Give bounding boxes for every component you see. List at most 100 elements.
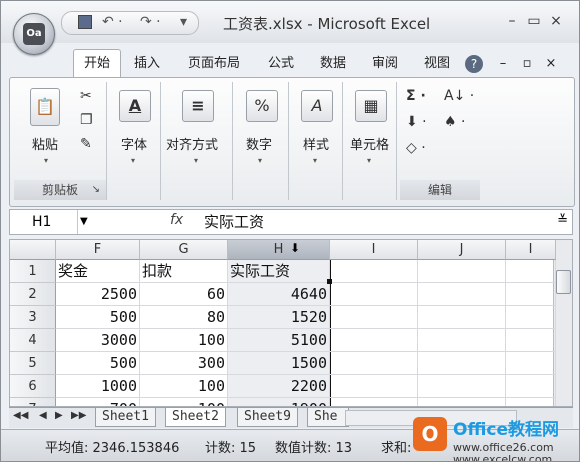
cell-i2[interactable] bbox=[330, 283, 418, 306]
name-box-dropdown-icon[interactable]: ▼ bbox=[80, 210, 88, 234]
cell-i1[interactable] bbox=[506, 260, 556, 283]
cell-g2[interactable]: 60 bbox=[140, 283, 228, 306]
cell-h5[interactable]: 1500 bbox=[228, 352, 330, 375]
sheet-tab-1[interactable]: Sheet1 bbox=[95, 408, 156, 427]
format-painter-icon[interactable]: ✎ bbox=[80, 136, 92, 152]
row-header-2[interactable]: 2 bbox=[10, 283, 56, 306]
restore-button[interactable]: ▭ bbox=[523, 13, 545, 29]
cell-g5[interactable]: 300 bbox=[140, 352, 228, 375]
redo-button[interactable]: ↷ · bbox=[140, 14, 161, 30]
first-sheet-icon[interactable]: ◀◀ bbox=[13, 410, 28, 421]
cell-i1[interactable] bbox=[330, 260, 418, 283]
row-header-4[interactable]: 4 bbox=[10, 329, 56, 352]
percent-icon[interactable]: % bbox=[246, 90, 278, 122]
cell-j6[interactable] bbox=[418, 375, 506, 398]
tab-page-layout[interactable]: 页面布局 bbox=[177, 53, 251, 75]
cut-icon[interactable]: ✂ bbox=[80, 88, 92, 104]
cell-f6[interactable]: 1000 bbox=[56, 375, 140, 398]
paste-dropdown-icon[interactable]: ▾ bbox=[44, 156, 48, 165]
next-sheet-icon[interactable]: ▶ bbox=[55, 410, 63, 421]
font-button[interactable]: 字体 bbox=[121, 134, 147, 153]
cell-i5[interactable] bbox=[330, 352, 418, 375]
column-header-f[interactable]: F bbox=[56, 240, 140, 260]
alignment-icon[interactable]: ≡ bbox=[182, 90, 214, 122]
last-sheet-icon[interactable]: ▶▶ bbox=[71, 410, 86, 421]
cell-h1[interactable]: 实际工资 bbox=[228, 260, 330, 283]
row-header-5[interactable]: 5 bbox=[10, 352, 56, 375]
alignment-dropdown-icon[interactable]: ▾ bbox=[194, 156, 198, 165]
paste-button[interactable]: 粘贴 bbox=[32, 134, 58, 153]
customize-qat-icon[interactable]: ▾ bbox=[180, 14, 187, 30]
cell-g4[interactable]: 100 bbox=[140, 329, 228, 352]
tab-formulas[interactable]: 公式 bbox=[259, 53, 303, 75]
copy-icon[interactable]: ❐ bbox=[80, 112, 93, 128]
select-all-corner[interactable] bbox=[10, 240, 56, 260]
cell-g3[interactable]: 80 bbox=[140, 306, 228, 329]
cell-i2[interactable] bbox=[506, 283, 556, 306]
tab-review[interactable]: 审阅 bbox=[363, 53, 407, 75]
cell-j1[interactable] bbox=[418, 260, 506, 283]
cell-j5[interactable] bbox=[418, 352, 506, 375]
ribbon-minimize-button[interactable]: – bbox=[495, 53, 511, 75]
row-header-7[interactable]: 7 bbox=[10, 398, 56, 406]
font-dropdown-icon[interactable]: ▾ bbox=[131, 156, 135, 165]
cell-j3[interactable] bbox=[418, 306, 506, 329]
sort-filter-icon[interactable]: A↓ · bbox=[444, 88, 474, 104]
tab-view[interactable]: 视图 bbox=[415, 53, 459, 75]
cell-i7[interactable] bbox=[330, 398, 418, 406]
styles-icon[interactable]: A bbox=[301, 90, 333, 122]
close-button[interactable]: × bbox=[545, 13, 567, 29]
insert-function-icon[interactable]: fx bbox=[170, 212, 183, 228]
minimize-button[interactable]: – bbox=[501, 13, 523, 29]
cell-g1[interactable]: 扣款 bbox=[140, 260, 228, 283]
cell-f3[interactable]: 500 bbox=[56, 306, 140, 329]
number-dropdown-icon[interactable]: ▾ bbox=[258, 156, 262, 165]
autosum-icon[interactable]: Σ · bbox=[406, 88, 426, 104]
cell-j4[interactable] bbox=[418, 329, 506, 352]
cell-i7[interactable] bbox=[506, 398, 556, 406]
column-header-g[interactable]: G bbox=[140, 240, 228, 260]
ribbon-close-button[interactable]: × bbox=[543, 53, 559, 75]
cell-i4[interactable] bbox=[506, 329, 556, 352]
ribbon-restore-button[interactable]: ▫ bbox=[519, 53, 535, 75]
clear-icon[interactable]: ◇ · bbox=[406, 140, 426, 156]
column-header-i[interactable]: I bbox=[506, 240, 556, 260]
cell-i4[interactable] bbox=[330, 329, 418, 352]
tab-data[interactable]: 数据 bbox=[311, 53, 355, 75]
vertical-scroll-thumb[interactable] bbox=[556, 270, 571, 294]
name-box[interactable]: H1 ▼ bbox=[10, 210, 88, 234]
sheet-tab-partial[interactable]: She bbox=[307, 408, 349, 427]
cell-h3[interactable]: 1520 bbox=[228, 306, 330, 329]
cell-h2[interactable]: 4640 bbox=[228, 283, 330, 306]
office-button[interactable]: Oa bbox=[13, 13, 55, 55]
clipboard-launcher-icon[interactable]: ↘ bbox=[92, 180, 100, 200]
cell-g7[interactable]: 100 bbox=[140, 398, 228, 406]
cell-i5[interactable] bbox=[506, 352, 556, 375]
tab-insert[interactable]: 插入 bbox=[125, 53, 169, 75]
row-header-3[interactable]: 3 bbox=[10, 306, 56, 329]
cell-f2[interactable]: 2500 bbox=[56, 283, 140, 306]
find-select-icon[interactable]: ♠ · bbox=[444, 114, 465, 130]
cells-button[interactable]: 单元格 bbox=[350, 134, 389, 153]
sheet-tab-9[interactable]: Sheet9 bbox=[237, 408, 298, 427]
font-icon[interactable]: A bbox=[119, 90, 151, 122]
tab-home[interactable]: 开始 bbox=[73, 49, 121, 78]
row-header-1[interactable]: 1 bbox=[10, 260, 56, 283]
column-header-j[interactable]: J bbox=[418, 240, 506, 260]
paste-icon[interactable]: 📋 bbox=[30, 88, 60, 126]
help-icon[interactable]: ? bbox=[465, 55, 483, 73]
column-header-h[interactable]: H bbox=[228, 240, 330, 260]
spreadsheet-grid[interactable]: F G H ⬇ I J I 1 奖金 扣款 实际工资 2 2500 60 4640 3 500 80 1520 4 30… bbox=[9, 239, 573, 407]
sheet-tab-2[interactable]: Sheet2 bbox=[165, 408, 226, 427]
number-button[interactable]: 数字 bbox=[246, 134, 272, 153]
formula-input[interactable]: 实际工资 bbox=[204, 210, 264, 234]
cell-f1[interactable]: 奖金 bbox=[56, 260, 140, 283]
prev-sheet-icon[interactable]: ◀ bbox=[39, 410, 47, 421]
cell-h7[interactable]: 1900 bbox=[228, 398, 330, 406]
column-header-i[interactable]: I bbox=[330, 240, 418, 260]
cell-h4[interactable]: 5100 bbox=[228, 329, 330, 352]
cell-g6[interactable]: 100 bbox=[140, 375, 228, 398]
save-icon[interactable] bbox=[78, 15, 92, 29]
row-header-6[interactable]: 6 bbox=[10, 375, 56, 398]
styles-button[interactable]: 样式 bbox=[303, 134, 329, 153]
